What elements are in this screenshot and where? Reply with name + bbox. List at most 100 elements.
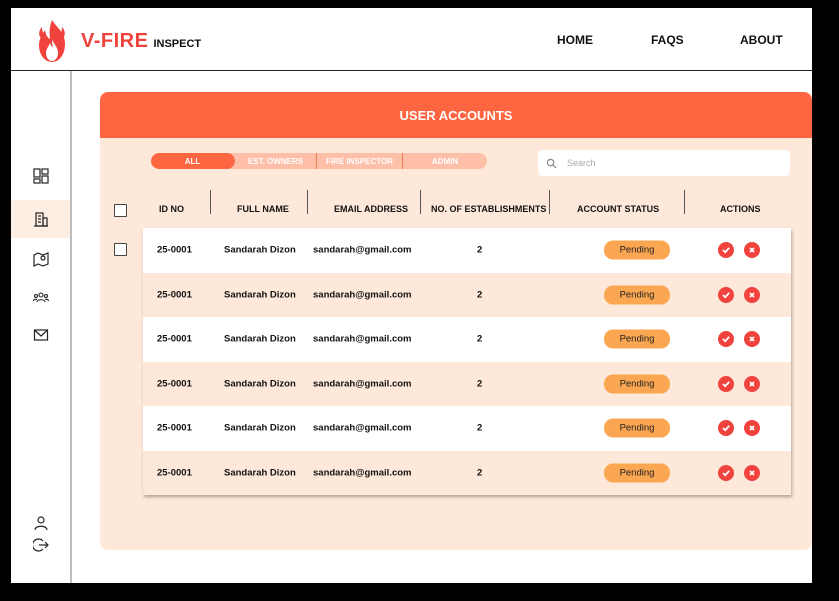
table-row[interactable]: 25-0001 Sandarah Dizon sandarah@gmail.co… xyxy=(143,361,791,406)
approve-button[interactable] xyxy=(718,331,734,348)
reject-button[interactable] xyxy=(744,464,760,481)
filter-tabs: ALL EST. OWNERS FIRE INSPECTOR ADMIN xyxy=(151,153,487,169)
nav-faqs[interactable]: FAQS xyxy=(651,33,684,47)
sidebar xyxy=(11,71,72,583)
check-icon xyxy=(722,380,730,388)
sidebar-item-map[interactable] xyxy=(11,240,70,278)
cell-name: Sandarah Dizon xyxy=(224,289,296,301)
column-header-name: FULL NAME xyxy=(237,204,289,214)
cell-id: 25-0001 xyxy=(157,244,192,256)
reject-button[interactable] xyxy=(744,375,760,392)
map-pin-icon xyxy=(32,252,49,267)
check-icon xyxy=(722,247,730,254)
cell-establishments: 2 xyxy=(477,378,483,390)
approve-button[interactable] xyxy=(718,242,734,259)
table-row[interactable]: 25-0001 Sandarah Dizon sandarah@gmail.co… xyxy=(143,317,791,362)
building-icon xyxy=(33,212,48,227)
search-icon xyxy=(546,158,557,169)
cell-id: 25-0001 xyxy=(157,289,192,301)
select-all-checkbox[interactable] xyxy=(114,204,127,217)
table-row[interactable]: 25-0001 Sandarah Dizon sandarah@gmail.co… xyxy=(143,450,791,495)
cell-email: sandarah@gmail.com xyxy=(313,244,412,256)
search-input[interactable] xyxy=(565,157,789,169)
approve-button[interactable] xyxy=(718,375,734,392)
cell-id: 25-0001 xyxy=(157,333,192,345)
tab-est-owners[interactable]: EST. OWNERS xyxy=(235,153,317,169)
close-icon xyxy=(749,336,755,342)
flame-logo-icon xyxy=(39,20,65,62)
reject-button[interactable] xyxy=(744,286,760,303)
cell-email: sandarah@gmail.com xyxy=(313,289,412,301)
table-row[interactable]: 25-0001 Sandarah Dizon sandarah@gmail.co… xyxy=(143,406,791,451)
app-window: V-FIRE INSPECT HOME FAQS ABOUT USER ACCO… xyxy=(11,8,812,583)
close-icon xyxy=(749,425,755,431)
cell-name: Sandarah Dizon xyxy=(224,333,296,345)
cell-establishments: 2 xyxy=(477,244,483,256)
user-accounts-panel: USER ACCOUNTS ALL EST. OWNERS FIRE INSPE… xyxy=(100,92,812,550)
cell-email: sandarah@gmail.com xyxy=(313,378,412,390)
column-header-status: ACCOUNT STATUS xyxy=(577,204,660,214)
column-header-establishments: NO. OF ESTABLISHMENTS xyxy=(431,204,547,214)
cell-establishments: 2 xyxy=(477,467,483,479)
close-icon xyxy=(749,247,755,253)
cell-id: 25-0001 xyxy=(157,467,192,479)
close-icon xyxy=(749,292,755,298)
status-badge: Pending xyxy=(604,418,670,438)
check-icon xyxy=(722,336,730,343)
tab-fire-inspector[interactable]: FIRE INSPECTOR xyxy=(317,153,403,169)
nav-about[interactable]: ABOUT xyxy=(740,33,783,47)
search-box xyxy=(538,150,790,176)
brand[interactable]: V-FIRE INSPECT xyxy=(81,30,201,53)
cell-name: Sandarah Dizon xyxy=(224,244,296,256)
panel-title: USER ACCOUNTS xyxy=(100,92,812,138)
cell-email: sandarah@gmail.com xyxy=(313,422,412,434)
check-icon xyxy=(722,291,730,299)
column-divider xyxy=(420,190,421,214)
column-header-actions: ACTIONS xyxy=(720,204,761,214)
column-divider xyxy=(684,190,685,214)
status-badge: Pending xyxy=(604,240,670,260)
status-badge: Pending xyxy=(604,463,670,483)
status-badge: Pending xyxy=(604,285,670,305)
cell-id: 25-0001 xyxy=(157,422,192,434)
cell-email: sandarah@gmail.com xyxy=(313,467,412,479)
tab-admin[interactable]: ADMIN xyxy=(403,153,487,169)
cell-id: 25-0001 xyxy=(157,378,192,390)
close-icon xyxy=(749,381,755,387)
column-divider xyxy=(549,190,550,214)
reject-button[interactable] xyxy=(744,242,760,259)
brand-name: V-FIRE xyxy=(81,30,149,52)
brand-subtitle: INSPECT xyxy=(153,38,202,50)
row-checkbox[interactable] xyxy=(114,243,127,256)
check-icon xyxy=(722,469,730,477)
cell-email: sandarah@gmail.com xyxy=(313,333,412,345)
top-navbar: V-FIRE INSPECT HOME FAQS ABOUT xyxy=(11,8,812,71)
reject-button[interactable] xyxy=(744,420,760,437)
approve-button[interactable] xyxy=(718,464,734,481)
sidebar-item-dashboard[interactable] xyxy=(11,157,70,195)
close-icon xyxy=(749,470,755,476)
sidebar-item-logout[interactable] xyxy=(11,526,70,564)
logout-icon xyxy=(32,538,49,552)
table-row[interactable]: 25-0001 Sandarah Dizon sandarah@gmail.co… xyxy=(143,272,791,317)
users-icon xyxy=(32,292,49,303)
column-divider xyxy=(210,190,211,214)
sidebar-item-mail[interactable] xyxy=(11,316,70,354)
sidebar-item-establishments[interactable] xyxy=(11,200,70,238)
check-icon xyxy=(722,425,730,432)
nav-home[interactable]: HOME xyxy=(557,33,593,47)
reject-button[interactable] xyxy=(744,331,760,348)
approve-button[interactable] xyxy=(718,420,734,437)
column-header-id: ID NO xyxy=(159,204,185,214)
column-header-email: EMAIL ADDRESS xyxy=(334,204,409,214)
cell-establishments: 2 xyxy=(477,289,483,301)
cell-establishments: 2 xyxy=(477,333,483,345)
approve-button[interactable] xyxy=(718,286,734,303)
tab-all[interactable]: ALL xyxy=(151,153,235,169)
user-table: 25-0001 Sandarah Dizon sandarah@gmail.co… xyxy=(143,228,791,495)
cell-name: Sandarah Dizon xyxy=(224,467,296,479)
sidebar-item-users[interactable] xyxy=(11,278,70,316)
table-row[interactable]: 25-0001 Sandarah Dizon sandarah@gmail.co… xyxy=(143,228,791,273)
cell-establishments: 2 xyxy=(477,422,483,434)
cell-name: Sandarah Dizon xyxy=(224,378,296,390)
